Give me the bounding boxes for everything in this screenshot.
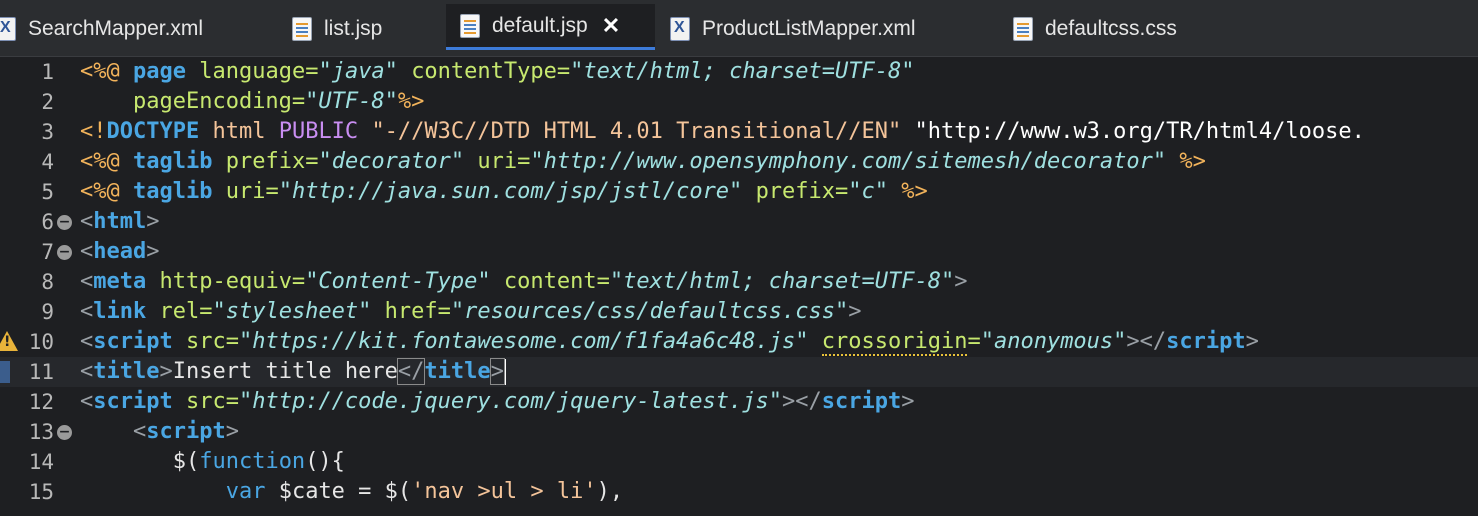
close-icon[interactable]: ✕ <box>602 13 620 39</box>
line-number: 12 <box>28 390 54 414</box>
warning-underline: crossorigin <box>821 329 968 356</box>
code-text: <!DOCTYPE html PUBLIC "-//W3C//DTD HTML … <box>80 119 1365 144</box>
line-number: 1 <box>41 60 54 84</box>
tab-label: defaultcss.css <box>1045 16 1177 40</box>
tab-label: list.jsp <box>324 16 383 40</box>
current-code-line[interactable]: 11 <title>Insert title here</title> <box>0 357 1478 387</box>
code-text: <link rel="stylesheet" href="resources/c… <box>80 299 862 324</box>
code-text: <script src="http://code.jquery.com/jque… <box>80 389 915 414</box>
text-caret <box>503 359 506 385</box>
tab-searchmapper-xml[interactable]: SearchMapper.xml <box>0 4 260 53</box>
code-text: pageEncoding="UTF-8"%> <box>132 89 425 114</box>
line-number: 3 <box>41 120 54 144</box>
code-line[interactable]: 1 <%@ page language="java" contentType="… <box>0 57 1478 87</box>
line-number: 4 <box>41 150 54 174</box>
code-line[interactable]: 9 <link rel="stylesheet" href="resources… <box>0 297 1478 327</box>
fold-toggle-icon[interactable]: − <box>57 245 72 260</box>
tab-defaultcss-css[interactable]: defaultcss.css <box>1013 4 1223 53</box>
jsp-file-icon <box>292 16 312 41</box>
tab-label: ProductListMapper.xml <box>702 16 916 40</box>
code-line[interactable]: 5 <%@ taglib uri="http://java.sun.com/js… <box>0 177 1478 207</box>
code-line[interactable]: 6 − <html> <box>0 207 1478 237</box>
line-number: 5 <box>41 180 54 204</box>
line-number: 6 <box>41 210 54 234</box>
line-number: 8 <box>41 270 54 294</box>
line-number: 11 <box>28 360 54 384</box>
code-text: <script> <box>132 419 239 444</box>
code-text: <head> <box>80 239 160 264</box>
code-line[interactable]: 12 <script src="http://code.jquery.com/j… <box>0 387 1478 417</box>
tab-label: default.jsp <box>492 13 588 37</box>
code-line[interactable]: 7 − <head> <box>0 237 1478 267</box>
jsp-file-icon <box>460 13 480 38</box>
code-text: <script src="https://kit.fontawesome.com… <box>80 329 1259 356</box>
code-text: var $cate = $('nav >ul > li'), <box>225 479 624 504</box>
editor-tab-bar: SearchMapper.xml list.jsp default.jsp ✕ … <box>0 0 1478 57</box>
css-file-icon <box>1013 16 1033 41</box>
code-line[interactable]: 15 var $cate = $('nav >ul > li'), <box>0 477 1478 507</box>
tab-default-jsp[interactable]: default.jsp ✕ <box>446 4 655 50</box>
code-text: <html> <box>80 209 160 234</box>
code-text: <%@ page language="java" contentType="te… <box>80 59 915 84</box>
line-number: 7 <box>41 240 54 264</box>
code-text: <%@ taglib prefix="decorator" uri="http:… <box>80 149 1206 174</box>
line-number: 9 <box>41 300 54 324</box>
code-line[interactable]: 10 <script src="https://kit.fontawesome.… <box>0 327 1478 357</box>
code-line[interactable]: 4 <%@ taglib prefix="decorator" uri="htt… <box>0 147 1478 177</box>
line-number: 13 <box>28 420 54 444</box>
code-line[interactable]: 3 <!DOCTYPE html PUBLIC "-//W3C//DTD HTM… <box>0 117 1478 147</box>
code-editor[interactable]: 1 <%@ page language="java" contentType="… <box>0 57 1478 516</box>
code-line[interactable]: 8 <meta http-equiv="Content-Type" conten… <box>0 267 1478 297</box>
code-text: <%@ taglib uri="http://java.sun.com/jsp/… <box>80 179 928 204</box>
line-number: 10 <box>28 330 54 354</box>
xml-file-icon <box>0 16 16 41</box>
code-text: <title>Insert title here</title> <box>80 358 506 385</box>
code-text: <meta http-equiv="Content-Type" content=… <box>80 269 968 294</box>
fold-toggle-icon[interactable]: − <box>57 425 72 440</box>
code-line[interactable]: 14 $(function(){ <box>0 447 1478 477</box>
tab-label: SearchMapper.xml <box>28 16 204 40</box>
line-number: 2 <box>41 90 54 114</box>
line-number: 14 <box>28 450 54 474</box>
code-line[interactable]: 2 pageEncoding="UTF-8"%> <box>0 87 1478 117</box>
tab-list-jsp[interactable]: list.jsp <box>292 4 432 53</box>
line-number: 15 <box>28 480 54 504</box>
xml-file-icon <box>670 16 690 41</box>
code-line[interactable]: 13 − <script> <box>0 417 1478 447</box>
fold-toggle-icon[interactable]: − <box>57 215 72 230</box>
tab-productlistmapper-xml[interactable]: ProductListMapper.xml <box>670 4 970 53</box>
code-text: $(function(){ <box>172 449 345 474</box>
